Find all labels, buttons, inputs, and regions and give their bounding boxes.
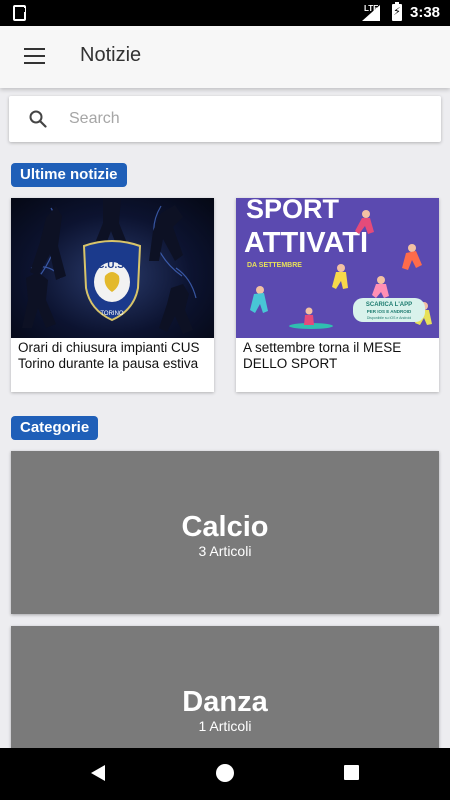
- news-title: A settembre torna il MESE DELLO SPORT: [243, 340, 402, 371]
- category-name: Danza: [182, 686, 268, 718]
- poster-app-line3: Disponibile su iOS e Android: [367, 316, 411, 320]
- recent-apps-icon[interactable]: [344, 765, 359, 780]
- poster-app-line2: PER IOS E ANDROID: [367, 309, 412, 314]
- charging-icon: ⚡: [393, 6, 401, 18]
- home-icon[interactable]: [216, 764, 234, 782]
- news-title: Orari di chiusura impianti CUS Torino du…: [18, 340, 200, 371]
- app-bar: Notizie: [0, 26, 450, 88]
- news-image-cus-torino: C.U.S. TORINO: [11, 198, 214, 338]
- news-image-sport-attivati: SPORT ATTIVATI DA SETTEMBRE SCARICA L'AP…: [236, 198, 439, 338]
- news-card[interactable]: C.U.S. TORINO Orari di chiusura impianti…: [11, 198, 214, 392]
- poster-sub: DA SETTEMBRE: [247, 262, 302, 269]
- sd-card-icon: [13, 5, 26, 21]
- poster-app-line1: SCARICA L'APP: [366, 302, 412, 308]
- page-title: Notizie: [80, 44, 142, 66]
- network-type: LTE: [364, 4, 379, 13]
- search-input[interactable]: [69, 96, 429, 142]
- poster-line1: SPORT: [246, 198, 340, 224]
- search-icon: [29, 110, 47, 128]
- status-bar: LTE ⚡ 3:38: [0, 0, 450, 26]
- news-card[interactable]: SPORT ATTIVATI DA SETTEMBRE SCARICA L'AP…: [236, 198, 439, 392]
- category-count: 1 Articoli: [198, 718, 252, 734]
- category-count: 3 Articoli: [198, 543, 252, 559]
- crest-caption: TORINO: [100, 311, 124, 317]
- hamburger-menu-icon[interactable]: [24, 48, 46, 66]
- category-name: Calcio: [181, 511, 269, 543]
- latest-news-label: Ultime notizie: [11, 163, 127, 187]
- categories-label: Categorie: [11, 416, 99, 440]
- navigation-bar: [0, 748, 450, 800]
- search-bar[interactable]: [9, 96, 441, 142]
- back-icon[interactable]: [91, 765, 105, 781]
- poster-line2: ATTIVATI: [244, 227, 368, 259]
- status-time: 3:38: [410, 4, 441, 21]
- category-card-calcio[interactable]: Calcio 3 Articoli: [11, 451, 439, 614]
- crest-text: C.U.S.: [97, 260, 127, 271]
